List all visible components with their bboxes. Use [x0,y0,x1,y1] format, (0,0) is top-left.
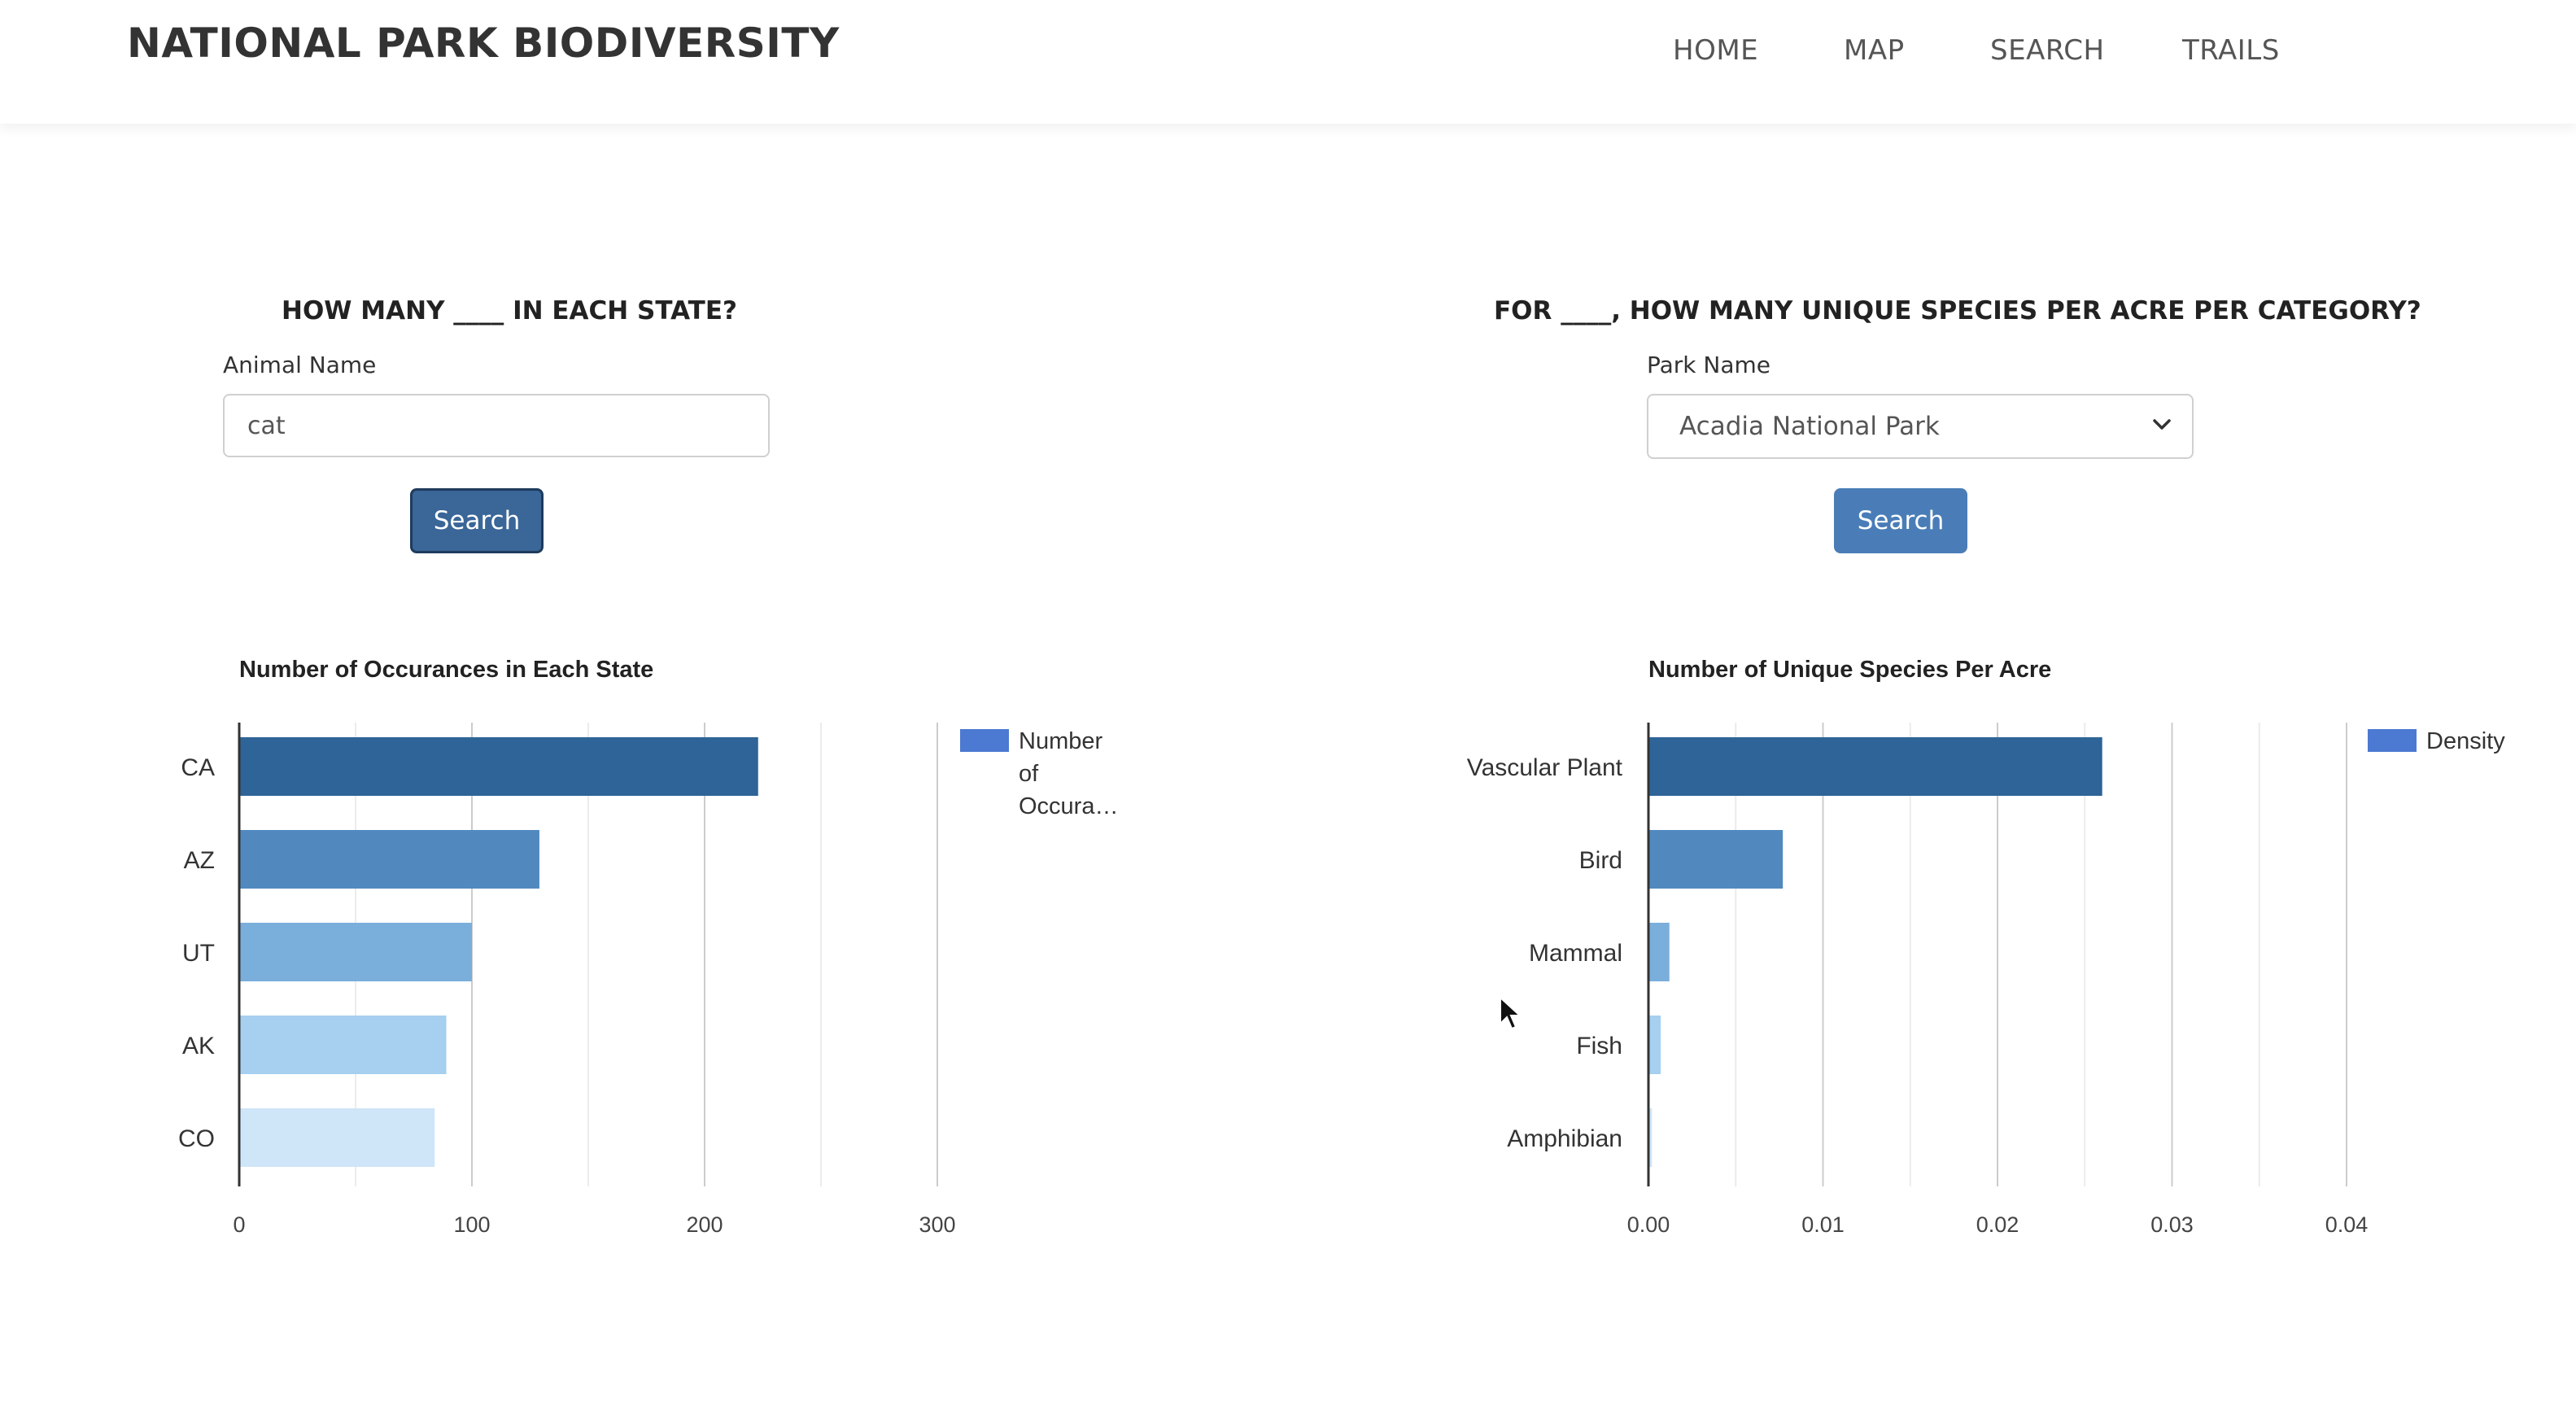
occurrences-category-label: UT [182,940,215,967]
density-tick-label: 0.02 [1976,1212,2019,1237]
density-tick-label: 0.03 [2150,1212,2194,1237]
occurrences-tick-label: 200 [686,1212,723,1237]
mouse-cursor-icon [1500,996,1522,1030]
density-tick-label: 0.01 [1801,1212,1845,1237]
density-legend-swatch [2368,729,2417,752]
occurrences-legend-label: of [1019,761,1039,787]
occurrences-bar-2 [239,923,472,981]
occurrences-category-label: AZ [184,847,215,874]
occurrences-legend-label: Number [1019,728,1102,754]
density-category-label: Amphibian [1507,1125,1622,1152]
occurrences-tick-label: 300 [919,1212,955,1237]
density-bar-2 [1648,923,1670,981]
occurrences-legend-label: Occura… [1019,793,1118,819]
occurrences-bar-0 [239,737,758,796]
density-category-label: Bird [1579,847,1622,874]
occurrences-bar-3 [239,1016,447,1074]
density-category-label: Mammal [1529,940,1622,967]
occurrences-category-label: CO [178,1125,215,1152]
density-tick-label: 0.00 [1627,1212,1670,1237]
density-tick-label: 0.04 [2325,1212,2369,1237]
occurrences-chart-title: Number of Occurances in Each State [239,657,653,683]
occurrences-legend-swatch [960,729,1009,752]
occurrences-category-label: AK [182,1033,215,1059]
density-category-label: Vascular Plant [1467,754,1623,781]
density-chart-title: Number of Unique Species Per Acre [1648,657,2051,683]
occurrences-bar-1 [239,830,539,889]
occurrences-category-label: CA [181,754,215,781]
density-category-label: Fish [1576,1033,1622,1059]
occurrences-tick-label: 0 [233,1212,245,1237]
density-bar-3 [1648,1016,1661,1074]
occurrences-tick-label: 100 [453,1212,490,1237]
charts-canvas: Number of Occurances in Each State CA AZ UT… [178,657,2505,1237]
occurrences-bar-4 [239,1108,435,1167]
density-legend-label: Density [2426,728,2505,754]
density-bar-1 [1648,830,1784,889]
density-bar-0 [1648,737,2102,796]
